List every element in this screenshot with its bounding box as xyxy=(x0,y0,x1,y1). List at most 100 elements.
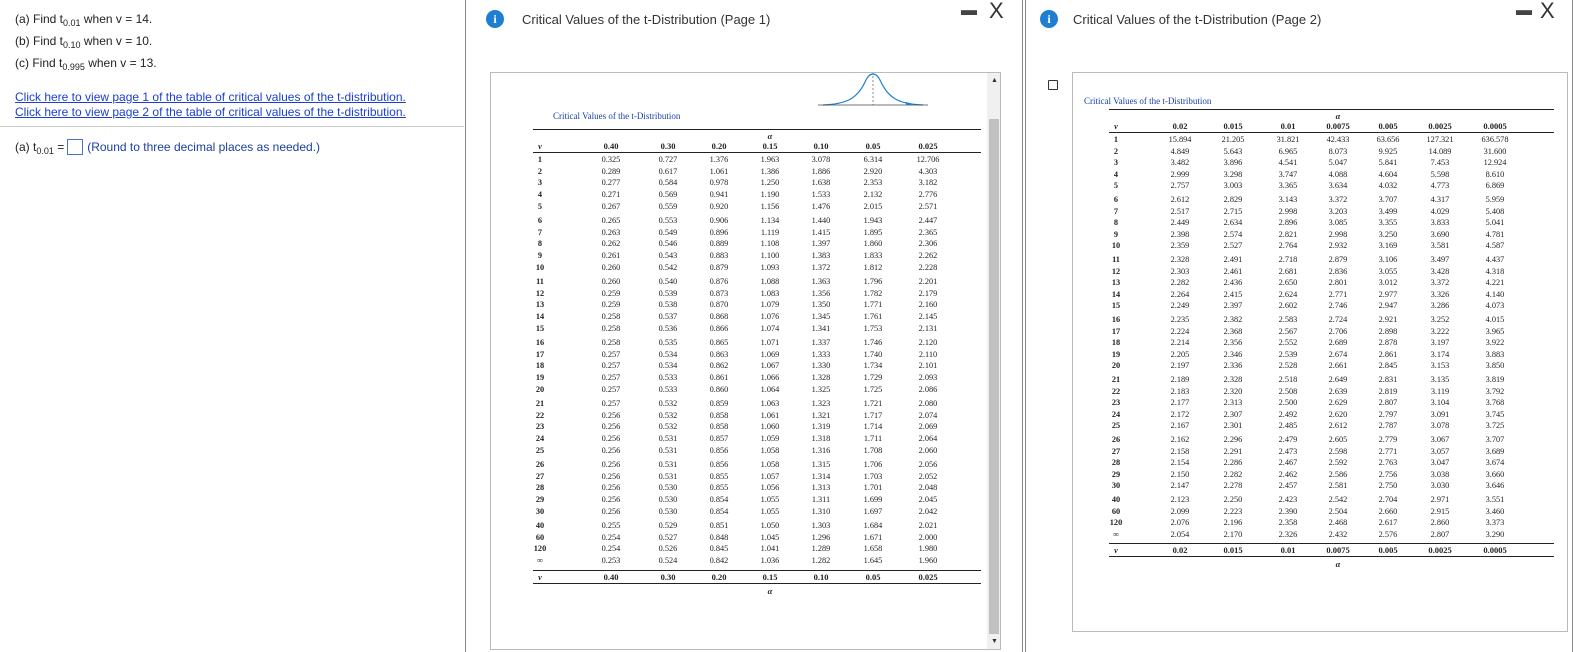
value-cell: 1.055 xyxy=(760,506,780,516)
value-cell: 0.553 xyxy=(658,216,678,225)
popup-title: Critical Values of the t-Distribution (P… xyxy=(522,12,771,27)
value-cell: 2.123 xyxy=(1170,495,1190,504)
minimize-button[interactable]: ▬ xyxy=(1516,2,1532,20)
value-cell: 0.531 xyxy=(658,471,678,481)
value-cell: 2.763 xyxy=(1378,458,1398,467)
value-cell: 4.587 xyxy=(1485,241,1505,250)
column-footer: 0.10 xyxy=(813,571,829,582)
value-cell: 2.432 xyxy=(1328,529,1348,539)
column-header: 0.30 xyxy=(660,141,676,151)
value-cell: 0.862 xyxy=(709,361,729,371)
value-cell: 3.290 xyxy=(1485,529,1505,539)
value-cell: 0.254 xyxy=(601,532,621,542)
value-cell: 4.318 xyxy=(1485,266,1505,276)
value-cell: 1.063 xyxy=(760,399,780,408)
value-cell: 3.646 xyxy=(1485,481,1505,490)
value-cell: 3.581 xyxy=(1430,241,1450,250)
value-cell: 1.684 xyxy=(863,521,883,530)
value-cell: 1.093 xyxy=(760,262,780,272)
df-cell: 17 xyxy=(1111,326,1121,336)
value-cell: 1.059 xyxy=(760,434,780,444)
scroll-down-icon[interactable]: ▼ xyxy=(991,638,998,645)
value-cell: 3.078 xyxy=(811,155,831,164)
value-cell: 12.706 xyxy=(916,155,940,164)
value-cell: 3.745 xyxy=(1485,409,1505,419)
restore-icon[interactable] xyxy=(1048,80,1058,90)
value-cell: 1.533 xyxy=(811,190,831,200)
value-cell: 0.256 xyxy=(601,471,621,481)
value-cell: 0.532 xyxy=(658,422,678,432)
df-cell: 18 xyxy=(1111,338,1121,347)
value-cell: 3.135 xyxy=(1430,375,1450,384)
link-table-page-2[interactable]: Click here to view page 2 of the table o… xyxy=(15,105,406,119)
value-cell: 1.703 xyxy=(863,471,883,481)
value-cell: 2.120 xyxy=(918,338,938,347)
value-cell: 0.325 xyxy=(601,155,621,164)
value-cell: 1.725 xyxy=(863,384,883,394)
scroll-up-icon[interactable]: ▲ xyxy=(991,77,998,84)
value-cell: 2.756 xyxy=(1378,469,1398,479)
value-cell: 2.706 xyxy=(1328,326,1348,336)
value-cell: 2.860 xyxy=(1430,518,1450,527)
value-cell: 2.177 xyxy=(1170,398,1190,407)
value-cell: 2.932 xyxy=(1328,241,1348,250)
value-cell: 0.526 xyxy=(658,544,678,554)
value-cell: 1.316 xyxy=(811,445,831,455)
value-cell: 2.999 xyxy=(1170,169,1190,179)
column-header: 0.10 xyxy=(813,141,829,151)
column-header: 0.01 xyxy=(1280,121,1296,131)
value-cell: 0.866 xyxy=(709,323,729,333)
value-cell: 2.689 xyxy=(1328,338,1348,347)
column-footer: 0.15 xyxy=(762,571,778,582)
df-cell: 23 xyxy=(1111,398,1121,407)
value-cell: 3.038 xyxy=(1430,469,1450,479)
value-cell: 2.346 xyxy=(1223,349,1243,359)
link-table-page-1[interactable]: Click here to view page 1 of the table o… xyxy=(15,90,406,104)
value-cell: 2.617 xyxy=(1378,518,1398,527)
df-cell: 60 xyxy=(535,532,545,542)
value-cell: 1.061 xyxy=(709,166,729,176)
answer-input-a[interactable] xyxy=(67,139,84,155)
value-cell: 2.915 xyxy=(1430,506,1450,516)
value-cell: 3.030 xyxy=(1430,481,1450,490)
value-cell: 1.069 xyxy=(760,349,780,359)
value-cell: 1.796 xyxy=(863,277,883,286)
close-button[interactable]: X xyxy=(1540,0,1555,24)
df-cell: 29 xyxy=(1111,469,1121,479)
value-cell: 2.365 xyxy=(918,227,938,237)
df-cell: 10 xyxy=(535,262,545,272)
close-button[interactable]: X xyxy=(989,0,1004,24)
value-cell: 2.201 xyxy=(918,277,938,286)
minimize-button[interactable]: ▬ xyxy=(961,2,977,20)
value-cell: 2.674 xyxy=(1328,349,1348,359)
value-cell: 1.076 xyxy=(760,312,780,322)
value-cell: 2.660 xyxy=(1378,506,1398,516)
value-cell: 0.845 xyxy=(709,544,729,554)
info-icon: i xyxy=(486,10,504,28)
value-cell: 1.190 xyxy=(760,190,780,200)
value-cell: 1.330 xyxy=(811,361,831,371)
column-footer: 0.0075 xyxy=(1326,545,1350,555)
scroll-thumb[interactable] xyxy=(989,119,999,634)
value-cell: 4.849 xyxy=(1170,146,1190,156)
alpha-header: α xyxy=(767,131,773,141)
value-cell: 2.586 xyxy=(1328,469,1348,479)
value-cell: 3.197 xyxy=(1430,338,1450,347)
rule-line xyxy=(533,129,981,130)
value-cell: 0.584 xyxy=(658,178,678,188)
value-cell: 2.132 xyxy=(863,190,883,200)
df-cell: 14 xyxy=(535,312,545,322)
scrollbar[interactable]: ▲ ▼ xyxy=(987,73,1000,649)
value-cell: 1.303 xyxy=(811,521,831,530)
value-cell: 12.924 xyxy=(1483,158,1507,167)
value-cell: 2.076 xyxy=(1170,518,1190,527)
value-cell: 3.883 xyxy=(1485,349,1505,359)
value-cell: 2.457 xyxy=(1278,481,1298,490)
value-cell: 0.257 xyxy=(601,361,621,371)
df-cell: 26 xyxy=(1111,435,1121,444)
value-cell: 2.093 xyxy=(918,373,938,383)
value-cell: 21.205 xyxy=(1221,135,1245,144)
alpha-header: α xyxy=(1335,111,1341,121)
value-cell: 4.032 xyxy=(1378,181,1398,190)
value-cell: 0.257 xyxy=(601,399,621,408)
